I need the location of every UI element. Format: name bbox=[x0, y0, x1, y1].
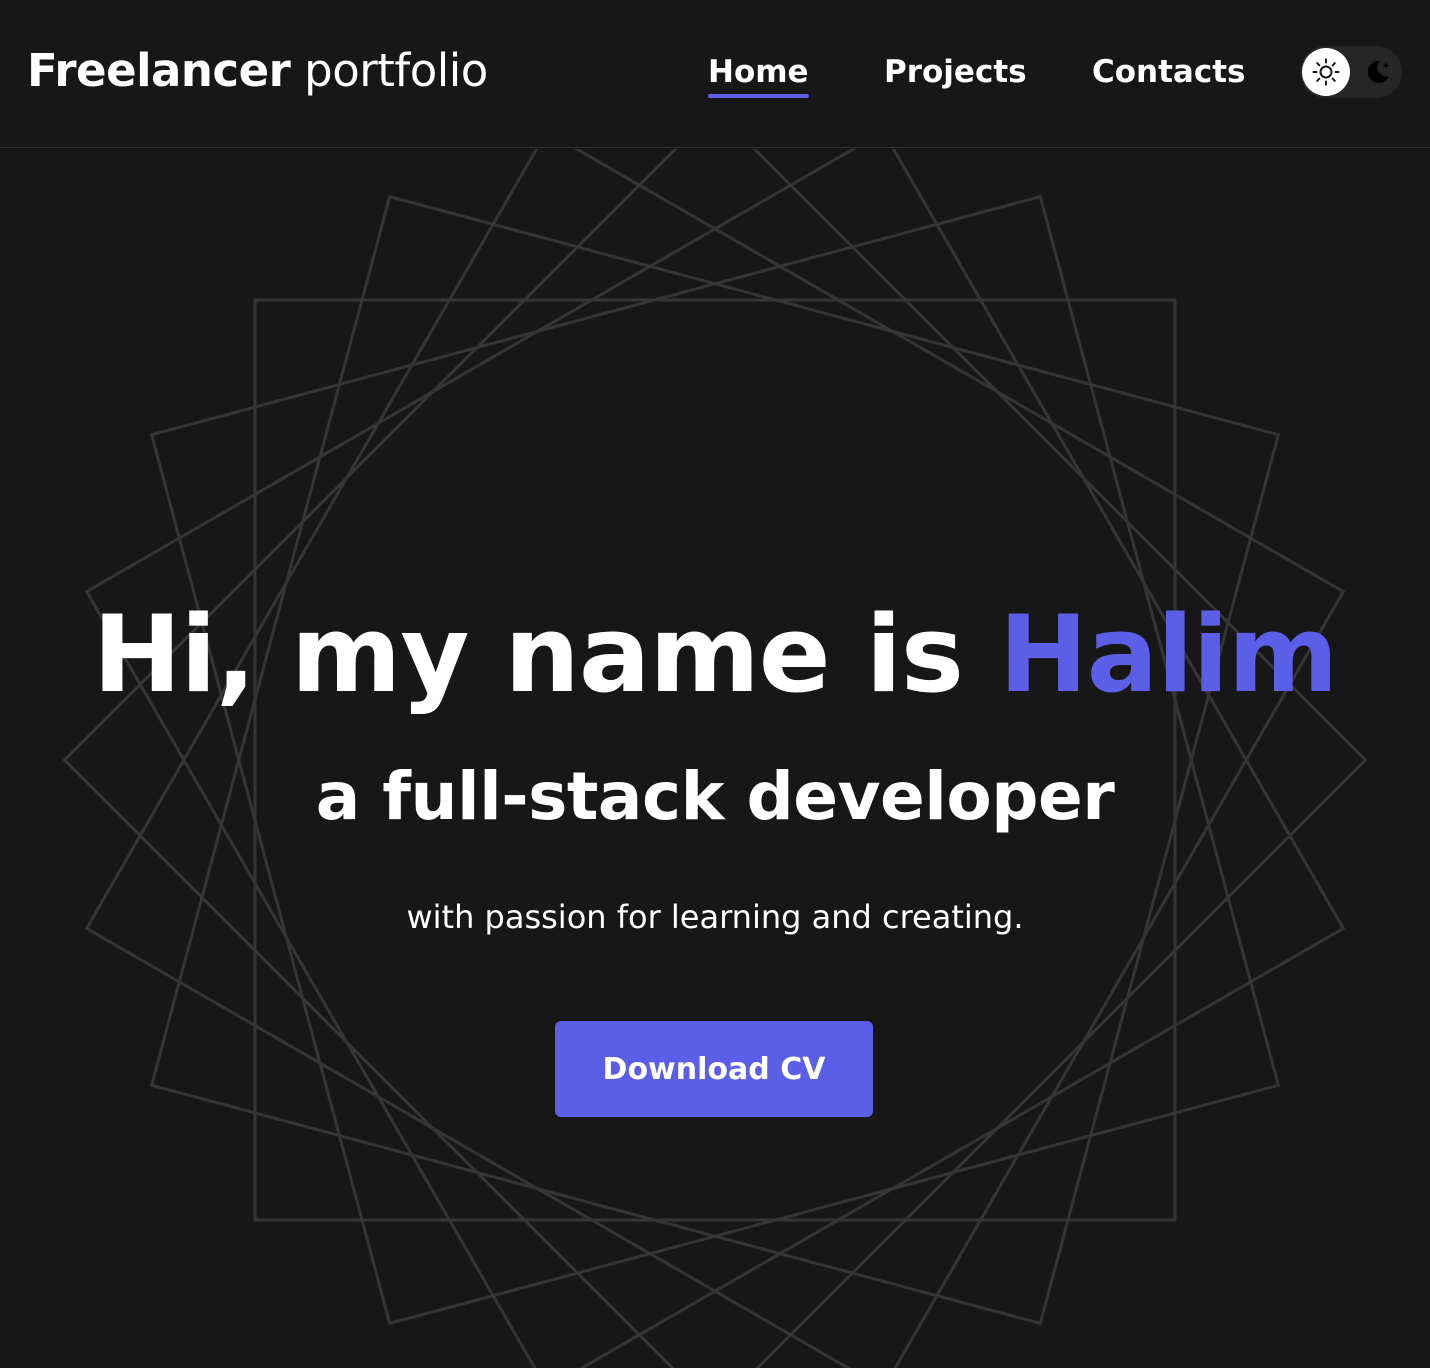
logo-light-text: portfolio bbox=[304, 44, 488, 97]
download-cv-button[interactable]: Download CV bbox=[555, 1021, 873, 1117]
theme-toggle-knob[interactable] bbox=[1302, 48, 1350, 96]
moon-icon bbox=[1367, 60, 1390, 83]
site-header: Freelancer portfolio Home Projects Conta… bbox=[0, 0, 1430, 148]
hero-tagline: with passion for learning and creating. bbox=[406, 898, 1024, 936]
nav-link-projects[interactable]: Projects bbox=[884, 50, 1027, 94]
logo-bold-text: Freelancer bbox=[27, 44, 291, 97]
theme-toggle[interactable] bbox=[1300, 46, 1402, 98]
sun-icon bbox=[1312, 58, 1340, 86]
nav-link-contacts[interactable]: Contacts bbox=[1092, 50, 1246, 94]
moon-option[interactable] bbox=[1356, 50, 1400, 94]
page: Freelancer portfolio Home Projects Conta… bbox=[0, 0, 1430, 1368]
hero-title: Hi, my name is Halim bbox=[0, 585, 1430, 725]
hero-title-name: Halim bbox=[998, 593, 1338, 716]
site-logo[interactable]: Freelancer portfolio bbox=[27, 40, 488, 102]
hero-title-prefix: Hi, my name is bbox=[92, 593, 964, 716]
nav-link-home[interactable]: Home bbox=[708, 50, 809, 98]
hero-subtitle: a full-stack developer bbox=[315, 758, 1115, 835]
